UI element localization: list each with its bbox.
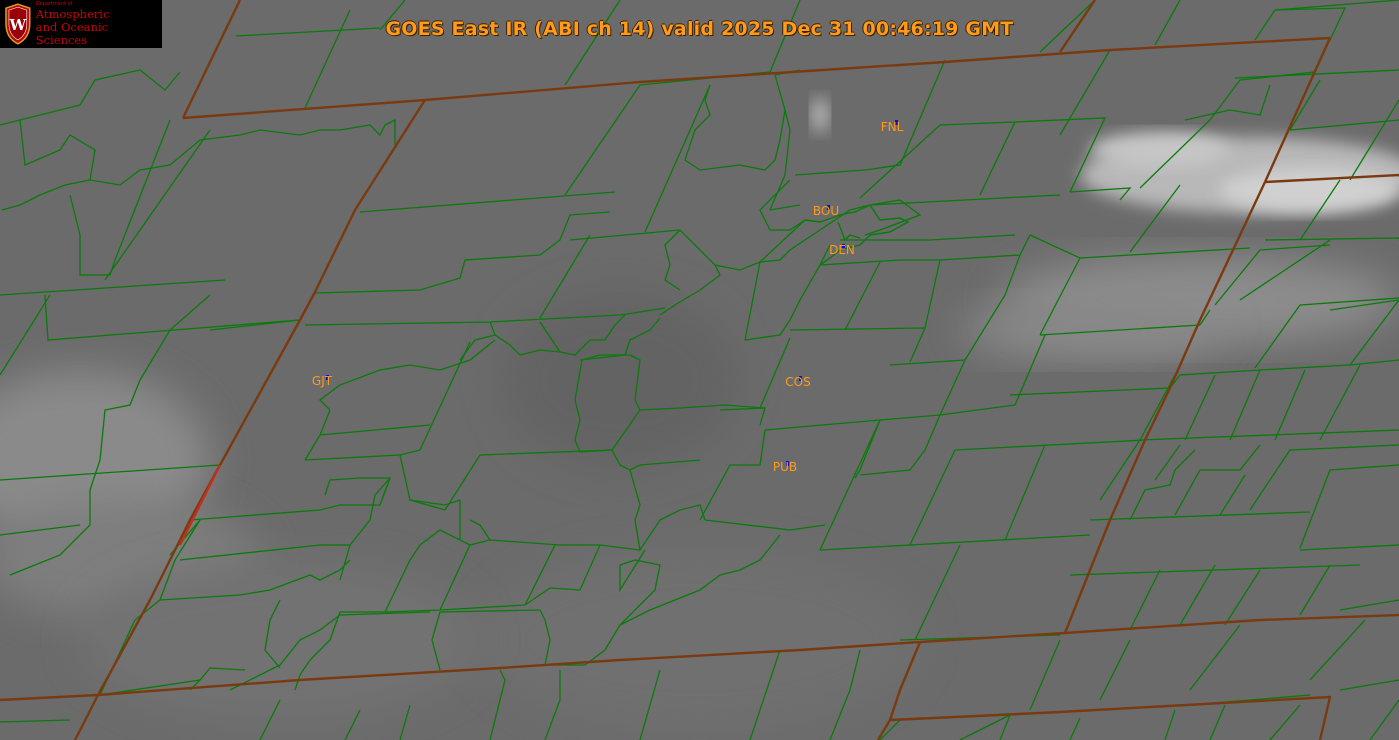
logo-line-1: Atmospheric xyxy=(35,6,110,21)
station-label-fnl: FNL xyxy=(880,120,904,134)
station-label-cos: COS xyxy=(785,375,811,389)
svg-text:W: W xyxy=(9,16,27,34)
aos-logo[interactable]: W Department of Atmospheric and Oceanic … xyxy=(0,0,162,48)
map-canvas xyxy=(0,0,1399,740)
station-label-pub: PUB xyxy=(772,460,798,474)
station-label-den: DEN xyxy=(829,243,855,257)
uw-crest-icon: W xyxy=(5,3,31,45)
logo-text: Department of Atmospheric and Oceanic Sc… xyxy=(35,0,162,47)
satellite-map: FNL BOU DEN GJT COS PUB GOES East IR (AB… xyxy=(0,0,1399,740)
image-title: GOES East IR (ABI ch 14) valid 2025 Dec … xyxy=(385,18,1014,40)
logo-department: Department of xyxy=(35,0,73,7)
station-label-bou: BOU xyxy=(812,204,840,218)
station-label-gjt: GJT xyxy=(311,374,333,388)
logo-line-2: and Oceanic Sciences xyxy=(35,19,109,47)
